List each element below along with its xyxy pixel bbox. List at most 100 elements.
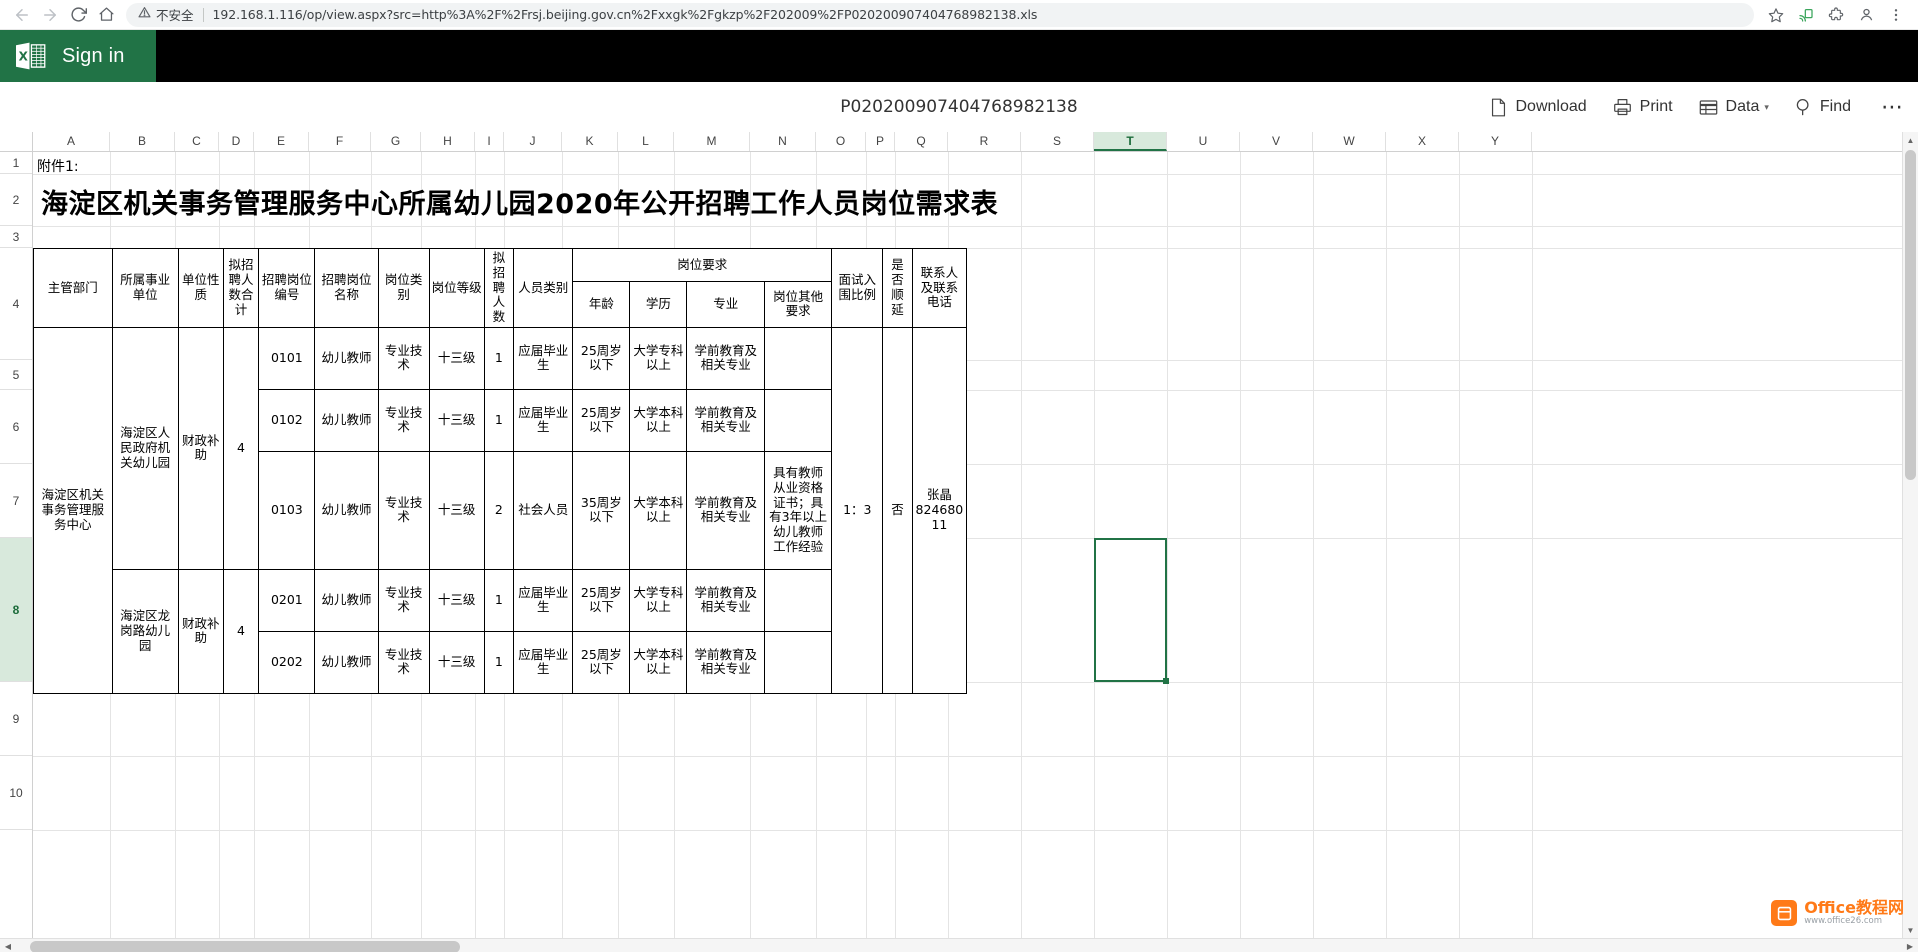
data-button[interactable]: Data ▾ — [1699, 98, 1769, 116]
address-bar[interactable]: 不安全 192.168.1.116/op/view.aspx?src=http%… — [126, 3, 1754, 27]
column-header-t[interactable]: T — [1094, 132, 1167, 151]
cell-job-level[interactable]: 十三级 — [429, 389, 484, 451]
cell-job-name[interactable]: 幼儿教师 — [315, 389, 378, 451]
cell-job-level[interactable]: 十三级 — [429, 569, 484, 631]
cell-contact[interactable]: 张晶82468011 — [912, 327, 966, 693]
extensions-button[interactable] — [1822, 1, 1850, 29]
cell-planned-count[interactable]: 1 — [484, 327, 514, 389]
vertical-scroll-thumb[interactable] — [1905, 150, 1916, 480]
header-dept[interactable]: 主管部门 — [34, 249, 113, 328]
column-header-s[interactable]: S — [1021, 132, 1094, 151]
header-job_category[interactable]: 岗位类别 — [378, 249, 429, 328]
cell-person-type[interactable]: 应届毕业生 — [514, 389, 573, 451]
column-header-g[interactable]: G — [371, 132, 421, 151]
cell-education[interactable]: 大学专科以上 — [630, 569, 687, 631]
horizontal-scroll-track[interactable] — [16, 939, 1902, 952]
header-job_name[interactable]: 招聘岗位名称 — [315, 249, 378, 328]
download-button[interactable]: Download — [1490, 98, 1586, 117]
header-postpone[interactable]: 是否顺延 — [883, 249, 913, 328]
cell-other[interactable] — [764, 569, 831, 631]
cell-job-name[interactable]: 幼儿教师 — [315, 631, 378, 693]
column-header-w[interactable]: W — [1313, 132, 1386, 151]
table-row[interactable]: 海淀区龙岗路幼儿园财政补助40201幼儿教师专业技术十三级1应届毕业生25周岁以… — [34, 569, 967, 631]
cell-total-planned[interactable]: 4 — [223, 327, 259, 569]
cell-planned-count[interactable]: 1 — [484, 631, 514, 693]
cell-dept[interactable]: 海淀区机关事务管理服务中心 — [34, 327, 113, 693]
column-header-d[interactable]: D — [219, 132, 254, 151]
header-contact[interactable]: 联系人及联系电话 — [912, 249, 966, 328]
column-header-f[interactable]: F — [309, 132, 371, 151]
cell-job-name[interactable]: 幼儿教师 — [315, 451, 378, 569]
column-header-n[interactable]: N — [750, 132, 816, 151]
header-requirements-group[interactable]: 岗位要求 — [573, 249, 832, 282]
cell-age[interactable]: 25周岁以下 — [573, 569, 630, 631]
column-header-x[interactable]: X — [1386, 132, 1459, 151]
column-header-p[interactable]: P — [866, 132, 895, 151]
cell-other[interactable] — [764, 327, 831, 389]
back-button[interactable] — [8, 1, 36, 29]
row-header-4[interactable]: 4 — [0, 248, 32, 360]
cell-job-code[interactable]: 0201 — [259, 569, 315, 631]
cell-other[interactable] — [764, 631, 831, 693]
cell-canvas[interactable]: 附件1: 海淀区机关事务管理服务中心所属幼儿园2020年公开招聘工作人员岗位需求… — [33, 152, 1918, 938]
cell-job-category[interactable]: 专业技术 — [378, 631, 429, 693]
cell-person-type[interactable]: 应届毕业生 — [514, 631, 573, 693]
cell-person-type[interactable]: 应届毕业生 — [514, 569, 573, 631]
profile-button[interactable] — [1852, 1, 1880, 29]
column-header-a[interactable]: A — [33, 132, 110, 151]
cell-job-level[interactable]: 十三级 — [429, 327, 484, 389]
scroll-left-arrow[interactable]: ◀ — [0, 939, 16, 952]
security-status[interactable]: 不安全 — [138, 5, 194, 24]
scroll-right-arrow[interactable]: ▶ — [1902, 939, 1918, 952]
header-total_planned[interactable]: 拟招聘人数合计 — [223, 249, 259, 328]
cell-education[interactable]: 大学本科以上 — [630, 389, 687, 451]
cell-unit[interactable]: 海淀区人民政府机关幼儿园 — [112, 327, 178, 569]
horizontal-scroll-thumb[interactable] — [30, 941, 460, 952]
column-header-r[interactable]: R — [948, 132, 1021, 151]
forward-button[interactable] — [36, 1, 64, 29]
cell-age[interactable]: 25周岁以下 — [573, 389, 630, 451]
column-header-j[interactable]: J — [504, 132, 562, 151]
column-header-b[interactable]: B — [110, 132, 175, 151]
cell-education[interactable]: 大学专科以上 — [630, 327, 687, 389]
cell-major[interactable]: 学前教育及相关专业 — [687, 569, 764, 631]
cell-job-code[interactable]: 0202 — [259, 631, 315, 693]
column-header-v[interactable]: V — [1240, 132, 1313, 151]
row-header-10[interactable]: 10 — [0, 756, 32, 830]
cell-person-type[interactable]: 应届毕业生 — [514, 327, 573, 389]
row-header-9[interactable]: 9 — [0, 682, 32, 756]
cell-job-category[interactable]: 专业技术 — [378, 327, 429, 389]
cell-other[interactable]: 具有教师从业资格证书；具有3年以上幼儿教师工作经验 — [764, 451, 831, 569]
column-header-k[interactable]: K — [562, 132, 618, 151]
scroll-down-arrow[interactable]: ▼ — [1903, 922, 1918, 938]
cell-unit-nature[interactable]: 财政补助 — [178, 327, 223, 569]
header-unit_nature[interactable]: 单位性质 — [178, 249, 223, 328]
cell-major[interactable]: 学前教育及相关专业 — [687, 327, 764, 389]
header-education[interactable]: 学历 — [630, 281, 687, 327]
cell-job-code[interactable]: 0102 — [259, 389, 315, 451]
column-header-u[interactable]: U — [1167, 132, 1240, 151]
cast-button[interactable] — [1792, 1, 1820, 29]
horizontal-scrollbar[interactable]: ◀ ▶ — [0, 938, 1918, 952]
print-button[interactable]: Print — [1613, 98, 1673, 116]
cell-job-category[interactable]: 专业技术 — [378, 389, 429, 451]
cell-age[interactable]: 25周岁以下 — [573, 631, 630, 693]
column-header-i[interactable]: I — [475, 132, 504, 151]
row-header-3[interactable]: 3 — [0, 226, 32, 248]
row-header-7[interactable]: 7 — [0, 464, 32, 538]
scroll-up-arrow[interactable]: ▲ — [1903, 132, 1918, 148]
header-person_type[interactable]: 人员类别 — [514, 249, 573, 328]
column-header-e[interactable]: E — [254, 132, 309, 151]
header-planned_count[interactable]: 拟招聘人数 — [484, 249, 514, 328]
cell-job-code[interactable]: 0101 — [259, 327, 315, 389]
cell-job-level[interactable]: 十三级 — [429, 631, 484, 693]
browser-menu-button[interactable] — [1882, 1, 1910, 29]
cell-planned-count[interactable]: 1 — [484, 389, 514, 451]
column-header-c[interactable]: C — [175, 132, 219, 151]
sign-in-label[interactable]: Sign in — [62, 45, 125, 68]
header-job_code[interactable]: 招聘岗位编号 — [259, 249, 315, 328]
header-other[interactable]: 岗位其他要求 — [764, 281, 831, 327]
column-header-q[interactable]: Q — [895, 132, 948, 151]
header-age[interactable]: 年龄 — [573, 281, 630, 327]
row-header-1[interactable]: 1 — [0, 152, 32, 174]
